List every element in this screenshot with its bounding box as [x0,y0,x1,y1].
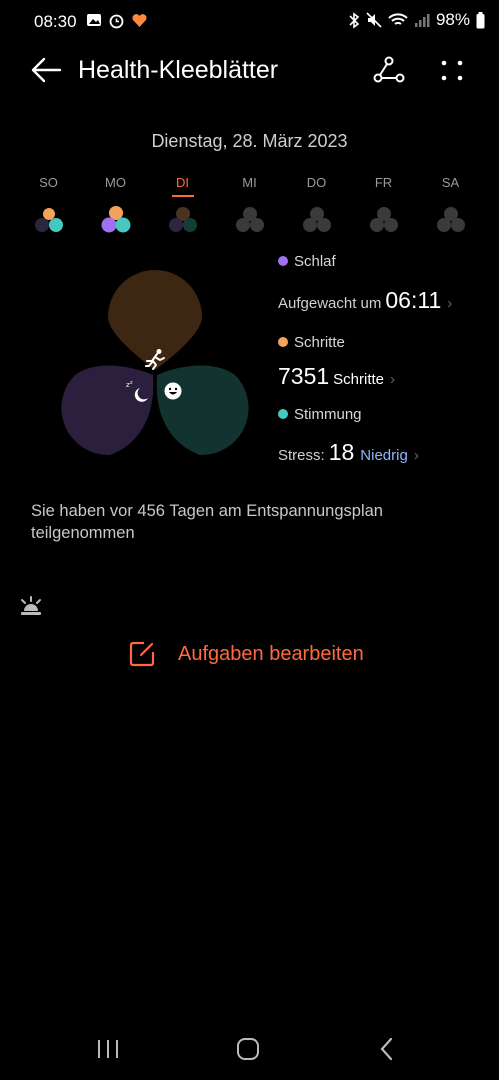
mood-dot [278,409,288,419]
battery-percent: 98% [435,10,470,29]
day-mi[interactable]: MI [216,175,283,237]
steps-leaf[interactable] [108,270,202,370]
day-underline [239,195,261,197]
steps-value-row[interactable]: 7351 Schritte › [278,363,478,390]
bluetooth-icon [349,11,360,29]
stress-value: 18 [328,439,355,465]
date-label: Dienstag, 28. März 2023 [151,131,348,151]
week-selector: SO MO DI MI DO FR SA [15,175,484,237]
woke-time: 06:11 [385,287,442,313]
clover-mini-icon [101,206,130,233]
day-label: SA [441,175,460,190]
day-underline [306,195,328,197]
health-app-icon [132,14,147,27]
stress-value-row[interactable]: Stress: 18 Niedrig › [278,439,478,466]
nav-back-button[interactable] [378,1037,396,1066]
steps-unit: Schritte [333,371,385,388]
recent-apps-button[interactable] [96,1038,120,1065]
day-mo[interactable]: MO [82,175,149,237]
day-underline [105,195,127,197]
participation-info: Sie haben vor 456 Tagen am Entspannungsp… [31,502,383,542]
steps-dot [278,337,288,347]
battery-icon [476,11,485,28]
clover-mini-icon [34,208,63,232]
edit-tasks-button[interactable]: Aufgaben bearbeiten [128,640,364,668]
chevron-right-icon: › [447,295,453,312]
steps-value: 7351 [278,363,330,389]
health-clover[interactable]: z z [50,265,260,470]
day-underline [440,195,462,197]
reminder-button[interactable] [18,594,44,621]
stress-prefix: Stress: [278,447,325,464]
status-icons-left [86,12,148,29]
back-button[interactable] [30,56,62,89]
sleep-value-row[interactable]: Aufgewacht um 06:11 › [278,287,478,314]
more-options-button[interactable] [440,60,464,87]
sleep-dot [278,256,288,266]
more-dots-icon [441,60,463,81]
clover-mini-icon [369,207,398,232]
day-label: SO [39,175,58,190]
day-label: MI [242,175,257,190]
day-do[interactable]: DO [283,175,350,237]
clover-mini-icon [302,207,331,232]
day-so[interactable]: SO [15,175,82,237]
legend-panel: Schlaf Aufgewacht um 06:11 › Schritte 73… [278,250,478,466]
steps-label: Schritte [294,333,345,351]
status-icons-right: 98% [348,10,485,30]
nav-back-icon [380,1037,393,1061]
wifi-icon [388,13,408,25]
status-time: 08:30 [34,12,77,31]
signal-icon [414,14,430,27]
chevron-right-icon: › [390,371,396,388]
alarm-icon [109,14,124,29]
day-label: DI [176,175,189,190]
day-sa[interactable]: SA [417,175,484,237]
mood-label: Stimmung [294,405,362,423]
clover-mini-icon [436,207,465,232]
recent-apps-icon [98,1040,118,1058]
share-icon [373,56,405,83]
day-label: MO [105,175,126,190]
day-label: DO [306,175,327,190]
back-arrow-icon [31,57,62,83]
clover-mini-icon [168,207,197,232]
page-title: Health-Kleeblätter [78,56,279,84]
sleep-leaf[interactable] [61,365,154,456]
stress-level: Niedrig [360,447,408,464]
edit-tasks-label: Aufgaben bearbeiten [178,642,364,665]
clover-mini-icon [235,207,264,232]
day-fr[interactable]: FR [350,175,417,237]
mood-legend: Stimmung [278,403,478,425]
home-icon [237,1038,259,1060]
smiley-icon [164,382,182,400]
woke-prefix: Aufgewacht um [278,295,382,312]
siren-icon [21,596,41,615]
edit-icon [129,641,155,667]
day-underline-active [171,195,194,197]
sleep-label: Schlaf [294,252,336,270]
day-label: FR [374,175,393,190]
system-nav-bar [0,1030,499,1070]
mute-icon [366,12,382,28]
chevron-right-icon: › [413,447,419,464]
steps-legend: Schritte [278,331,478,353]
svg-text:z: z [130,380,133,386]
gallery-icon [87,14,101,26]
home-button[interactable] [236,1037,260,1066]
share-button[interactable] [373,56,405,89]
mood-leaf[interactable] [156,365,249,456]
day-underline [38,195,60,197]
sleep-legend: Schlaf [278,250,478,272]
day-di[interactable]: DI [149,175,216,237]
day-underline [373,195,395,197]
